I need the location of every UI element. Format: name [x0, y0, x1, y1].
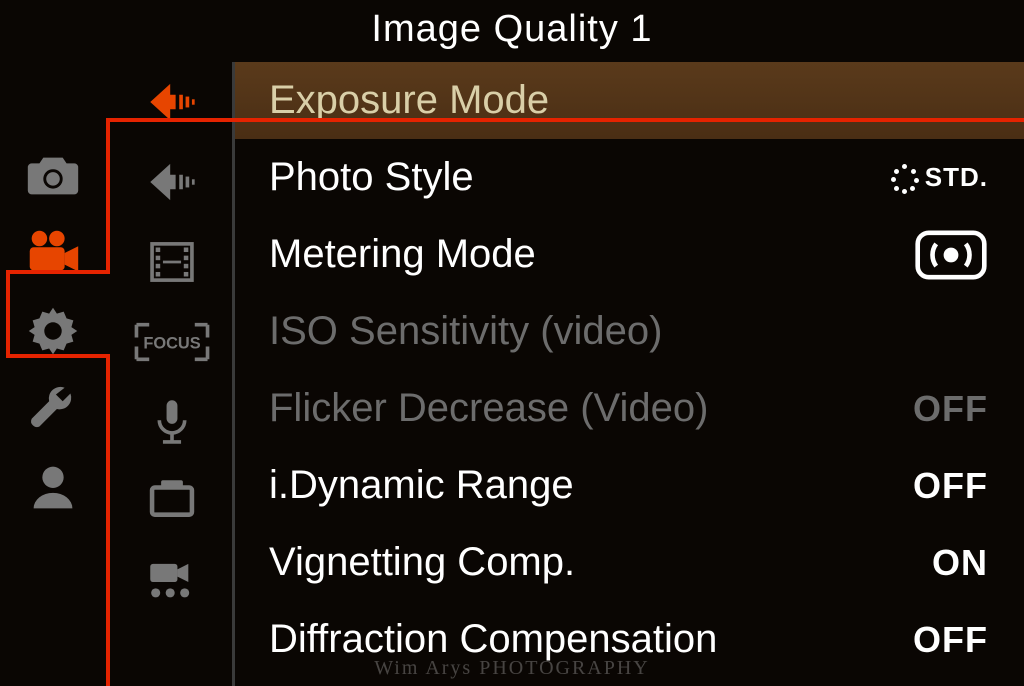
menu-label: ISO Sensitivity (video): [269, 309, 662, 354]
gear-icon: [22, 300, 84, 362]
menu-value: [914, 229, 988, 281]
sidebar-spacer: [0, 58, 106, 136]
video-settings-icon: [143, 553, 201, 611]
sidebar-item-user[interactable]: [0, 448, 106, 526]
menu-label: Metering Mode: [269, 232, 536, 277]
monitor-icon: [143, 473, 201, 531]
menu-row-flicker-decrease: Flicker Decrease (Video) OFF: [235, 370, 1024, 447]
menu-value: ON: [932, 542, 988, 584]
std-badge: STD.: [891, 162, 988, 193]
sub-item-video-settings[interactable]: [120, 542, 224, 622]
menu-label: Diffraction Compensation: [269, 617, 717, 662]
microphone-icon: [143, 393, 201, 451]
sub-item-back-active[interactable]: [120, 62, 224, 142]
menu-label: Vignetting Comp.: [269, 540, 575, 585]
camera-menu-screen: Image Quality 1: [0, 0, 1024, 686]
wrench-icon: [22, 378, 84, 440]
menu-value: OFF: [913, 465, 988, 507]
menu-row-diffraction-compensation[interactable]: Diffraction Compensation OFF: [235, 601, 1024, 678]
sub-item-focus[interactable]: FOCUS: [120, 302, 224, 382]
focus-icon: FOCUS: [131, 319, 213, 365]
menu-label: Photo Style: [269, 155, 474, 200]
std-dots-icon: [891, 164, 919, 192]
sidebar-item-tools[interactable]: [0, 370, 106, 448]
title-text: Image Quality 1: [371, 8, 652, 51]
sidebar-sub: FOCUS: [120, 62, 224, 686]
sidebar-item-camera[interactable]: [0, 136, 106, 214]
menu-value: OFF: [913, 619, 988, 661]
menu-label: Exposure Mode: [269, 78, 549, 123]
sub-item-back[interactable]: [120, 142, 224, 222]
menu-row-photo-style[interactable]: Photo Style STD.: [235, 139, 1024, 216]
menu-row-i-dynamic-range[interactable]: i.Dynamic Range OFF: [235, 447, 1024, 524]
back-arrow-grey-icon: [143, 153, 201, 211]
menu-value: OFF: [913, 388, 988, 430]
menu-row-vignetting-comp[interactable]: Vignetting Comp. ON: [235, 524, 1024, 601]
menu-label: i.Dynamic Range: [269, 463, 574, 508]
sub-item-filmstrip[interactable]: [120, 222, 224, 302]
film-strip-icon: [143, 233, 201, 291]
sidebar-item-settings[interactable]: [0, 292, 106, 370]
camera-icon: [22, 144, 84, 206]
svg-text:FOCUS: FOCUS: [143, 334, 200, 352]
video-camera-icon: [22, 222, 84, 284]
sidebar-item-video[interactable]: [0, 214, 106, 292]
menu-row-iso-sensitivity: ISO Sensitivity (video): [235, 293, 1024, 370]
menu-list: Exposure Mode Photo Style STD. Metering …: [232, 62, 1024, 686]
std-text: STD.: [925, 162, 988, 193]
sidebar-primary: [0, 58, 106, 686]
back-arrow-icon: [143, 73, 201, 131]
sub-item-microphone[interactable]: [120, 382, 224, 462]
menu-row-exposure-mode[interactable]: Exposure Mode: [235, 62, 1024, 139]
menu-row-metering-mode[interactable]: Metering Mode: [235, 216, 1024, 293]
user-icon: [22, 456, 84, 518]
menu-label: Flicker Decrease (Video): [269, 386, 708, 431]
metering-icon: [914, 229, 988, 281]
page-title: Image Quality 1: [0, 0, 1024, 58]
menu-value: STD.: [891, 162, 988, 193]
sub-item-monitor[interactable]: [120, 462, 224, 542]
